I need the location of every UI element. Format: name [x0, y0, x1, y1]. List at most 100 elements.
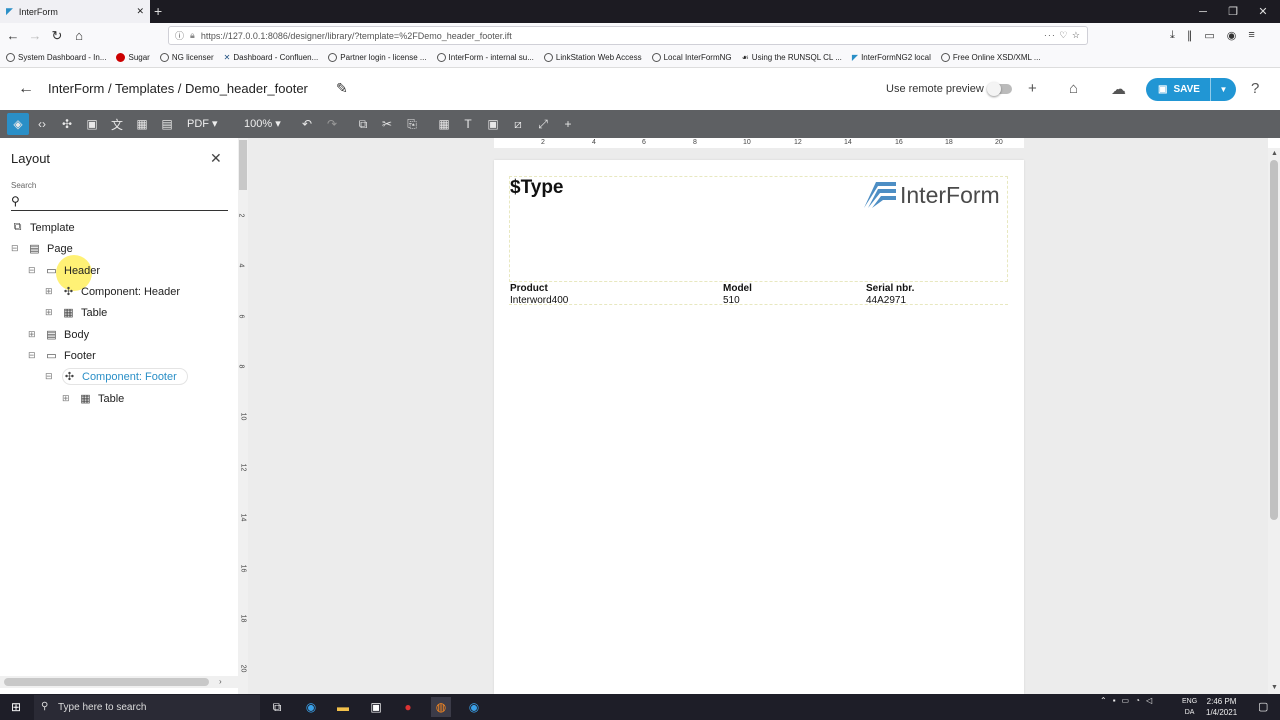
firefox-icon[interactable]: ◍ [431, 697, 451, 717]
menu-icon[interactable]: ≡ [1248, 29, 1254, 42]
add-icon[interactable]: + [1028, 80, 1037, 97]
layers-icon[interactable]: ◈ [7, 113, 29, 135]
restore-icon[interactable]: ❐ [1218, 0, 1248, 23]
volume-icon[interactable]: ◁ [1146, 696, 1152, 705]
code-icon[interactable]: ‹› [31, 113, 53, 135]
preview-icon[interactable]: ▤ [156, 113, 178, 135]
scroll-up-icon[interactable]: ▲ [1271, 150, 1278, 157]
add-element-icon[interactable]: + [557, 113, 579, 135]
cut-icon[interactable]: ✂ [376, 113, 398, 135]
taskbar-clock[interactable]: 2:46 PM 1/4/2021 [1206, 696, 1237, 718]
taskbar-search[interactable]: ⚲ Type here to search [34, 695, 260, 720]
account-icon[interactable]: ◉ [1227, 29, 1237, 42]
image-icon[interactable]: ▣ [81, 113, 103, 135]
new-tab-button[interactable]: + [154, 3, 162, 19]
tree-item-page[interactable]: ▤ Page [28, 242, 72, 256]
battery-icon[interactable]: ▭ [1122, 696, 1130, 705]
redo-icon[interactable]: ↷ [321, 113, 343, 135]
bookmark[interactable]: LinkStation Web Access [543, 53, 642, 62]
expand-icon[interactable]: ⊞ [45, 286, 53, 297]
paste-icon[interactable]: ⎘ [401, 113, 423, 135]
translate-icon[interactable]: 文 [106, 113, 128, 135]
back-arrow-icon[interactable]: ← [18, 80, 34, 98]
notifications-icon[interactable]: ▢ [1258, 700, 1268, 713]
browser-tab[interactable]: ◤ InterForm ✕ [0, 0, 150, 23]
insert-image-icon[interactable]: ▣ [482, 113, 504, 135]
bookmark[interactable]: Partner login - license ... [328, 53, 427, 62]
close-window-icon[interactable]: ✕ [1248, 0, 1278, 23]
home-icon[interactable]: ⌂ [68, 25, 90, 47]
network-icon[interactable]: ▪ [1113, 696, 1116, 705]
text-icon[interactable]: T [457, 113, 479, 135]
file-explorer-icon[interactable]: ▬ [333, 697, 353, 717]
tree-item-footer-table[interactable]: ▦ Table [79, 392, 124, 406]
tray-chevron-icon[interactable]: ⌃ [1100, 696, 1107, 705]
search-input[interactable] [11, 210, 228, 211]
type-field[interactable]: $Type [510, 177, 564, 199]
edit-name-icon[interactable]: ✎ [336, 80, 348, 97]
collapse-icon[interactable]: ⊟ [28, 265, 36, 276]
scroll-down-icon[interactable]: ▼ [1271, 684, 1278, 691]
component-icon[interactable]: ✣ [56, 113, 78, 135]
tree-item-body[interactable]: ▤ Body [45, 328, 89, 342]
zoom-dropdown[interactable]: 100% ▾ [244, 117, 281, 130]
store-icon[interactable]: ▣ [366, 697, 386, 717]
scrollbar-thumb[interactable] [4, 678, 209, 686]
reload-icon[interactable]: ↻ [46, 25, 68, 47]
expand-icon[interactable]: ⊞ [28, 329, 36, 340]
url-bar[interactable]: ⓘ 🔒︎ https://127.0.0.1:8086/designer/lib… [168, 26, 1088, 45]
copy-icon[interactable]: ⧉ [352, 113, 374, 135]
library-icon[interactable]: ∥ [1187, 29, 1193, 42]
bookmark[interactable]: Sugar [116, 53, 150, 62]
line-icon[interactable]: ⤢ [532, 113, 554, 135]
expand-icon[interactable]: ⊞ [62, 393, 70, 404]
minimize-icon[interactable]: ─ [1188, 0, 1218, 23]
help-icon[interactable]: ? [1251, 80, 1259, 97]
bookmark[interactable]: Local InterFormNG [651, 53, 732, 62]
scroll-right-icon[interactable]: › [219, 677, 222, 686]
box-icon[interactable]: ⧄ [507, 113, 529, 135]
bookmark[interactable]: Free Online XSD/XML ... [940, 53, 1041, 62]
bookmark[interactable]: ◤ InterFormNG2 local [852, 53, 931, 62]
collapse-icon[interactable]: ⊟ [45, 371, 53, 382]
task-view-icon[interactable]: ⧉ [267, 697, 287, 717]
tree-item-header[interactable]: ▭ Header [45, 264, 100, 278]
forward-icon[interactable]: → [24, 25, 46, 47]
back-icon[interactable]: ← [2, 25, 24, 47]
header-table[interactable] [509, 281, 1008, 305]
language-indicator[interactable]: ENG DA [1182, 696, 1197, 718]
bookmark[interactable]: ☙ Using the RUNSQL CL ... [742, 53, 842, 62]
page-actions-icon[interactable]: ··· ♡ ☆ [1044, 30, 1081, 41]
bookmark[interactable]: InterForm - internal su... [436, 53, 534, 62]
format-dropdown[interactable]: PDF ▾ [187, 117, 218, 130]
app-icon[interactable]: ● [398, 697, 418, 717]
close-panel-icon[interactable]: ✕ [210, 150, 222, 167]
sidebar-icon[interactable]: ▭ [1204, 29, 1214, 42]
tree-item-header-table[interactable]: ▦ Table [62, 306, 107, 320]
table-icon[interactable]: ▦ [433, 113, 455, 135]
interform-logo[interactable]: InterForm [862, 180, 1000, 210]
app-icon[interactable]: ◉ [464, 697, 484, 717]
tree-item-component-footer[interactable]: ✣ Component: Footer [62, 368, 188, 385]
collapse-icon[interactable]: ⊟ [11, 243, 19, 254]
tree-item-footer[interactable]: ▭ Footer [45, 349, 96, 363]
barcode-icon[interactable]: ▦ [131, 113, 153, 135]
inbox-icon[interactable]: ⌂ [1069, 80, 1078, 97]
bookmark[interactable]: System Dashboard - In... [6, 53, 106, 62]
windows-start-icon[interactable]: ⊞ [6, 697, 26, 717]
expand-icon[interactable]: ⊞ [45, 307, 53, 318]
close-tab-icon[interactable]: ✕ [136, 6, 144, 17]
scrollbar-thumb[interactable] [1270, 160, 1278, 520]
collapse-icon[interactable]: ⊟ [28, 350, 36, 361]
download-icon[interactable]: ⤓ [1170, 29, 1175, 42]
undo-icon[interactable]: ↶ [296, 113, 318, 135]
cloud-upload-icon[interactable]: ☁ [1111, 80, 1126, 98]
save-button[interactable]: ▣ SAVE ▼ [1146, 78, 1236, 101]
wifi-icon[interactable]: ◔ [1135, 696, 1140, 705]
bookmark[interactable]: NG licenser [159, 53, 214, 62]
bookmark[interactable]: ✕ Dashboard - Confluen... [224, 53, 319, 62]
tree-item-template[interactable]: ⧉ Template [11, 221, 75, 234]
tree-item-component-header[interactable]: ✣ Component: Header [62, 285, 180, 299]
remote-preview-toggle[interactable] [987, 82, 1012, 96]
save-dropdown-icon[interactable]: ▼ [1210, 78, 1236, 101]
